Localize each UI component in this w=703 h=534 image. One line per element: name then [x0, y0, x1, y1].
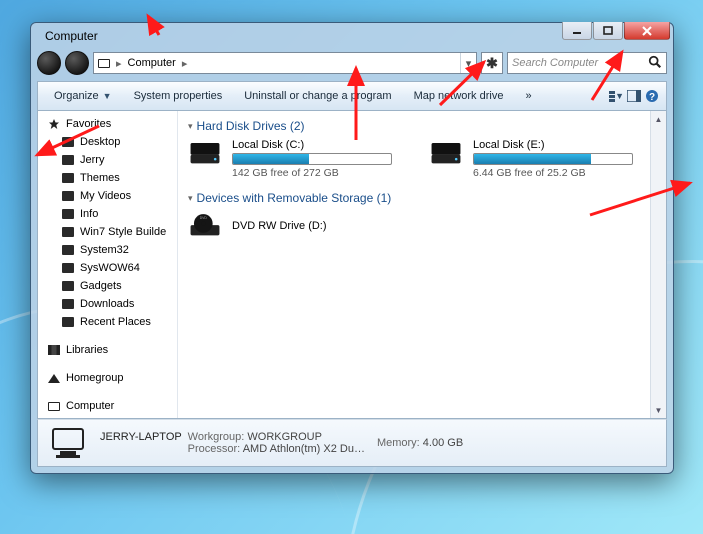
- drive-name: Local Disk (E:): [473, 139, 633, 151]
- breadcrumb-text[interactable]: Computer: [128, 57, 176, 69]
- toolbar-overflow[interactable]: »: [515, 82, 541, 110]
- map-network-drive-button[interactable]: Map network drive: [404, 82, 514, 110]
- capacity-bar: [473, 153, 633, 165]
- sidebar-item-info[interactable]: Info: [44, 205, 177, 223]
- dvd-drive-icon: DVD: [188, 211, 222, 241]
- svg-text:DVD: DVD: [200, 216, 208, 220]
- views-button[interactable]: ▼: [608, 88, 624, 104]
- sidebar-item-syswow64[interactable]: SysWOW64: [44, 259, 177, 277]
- star-icon: [48, 118, 60, 130]
- computer-icon: [98, 57, 110, 69]
- drive-dvd[interactable]: DVD DVD RW Drive (D:): [188, 211, 408, 241]
- titlebar[interactable]: Computer: [31, 23, 673, 49]
- collapse-icon: ▾: [188, 193, 193, 204]
- refresh-button[interactable]: ✱: [481, 52, 503, 74]
- explorer-window: Computer ▸ Computer ▸ ▾ ✱ Search Compute…: [30, 22, 674, 474]
- category-hdd[interactable]: ▾Hard Disk Drives (2): [188, 119, 640, 133]
- sidebar-group-favorites[interactable]: Favorites: [44, 115, 177, 133]
- category-removable[interactable]: ▾Devices with Removable Storage (1): [188, 191, 640, 205]
- uninstall-programs-button[interactable]: Uninstall or change a program: [234, 82, 401, 110]
- sidebar-item-system32[interactable]: System32: [44, 241, 177, 259]
- details-processor: AMD Athlon(tm) X2 Du…: [243, 443, 365, 455]
- maximize-button[interactable]: [593, 22, 623, 40]
- minimize-button[interactable]: [562, 22, 592, 40]
- computer-icon: [48, 400, 60, 412]
- chevron-down-icon: ▼: [103, 91, 112, 101]
- drive-e[interactable]: Local Disk (E:) 6.44 GB free of 25.2 GB: [429, 139, 640, 179]
- nav-back-button[interactable]: [37, 51, 61, 75]
- details-memory: 4.00 GB: [423, 437, 463, 449]
- breadcrumb-sep: ▸: [182, 57, 188, 70]
- drive-name: DVD RW Drive (D:): [232, 220, 327, 232]
- hard-disk-icon: [188, 139, 222, 169]
- nav-bar: ▸ Computer ▸ ▾ ✱ Search Computer: [37, 49, 667, 77]
- search-placeholder: Search Computer: [512, 57, 598, 69]
- navigation-pane[interactable]: Favorites Desktop Jerry Themes My Videos…: [38, 111, 178, 418]
- sidebar-item-recent-places[interactable]: Recent Places: [44, 313, 177, 331]
- search-icon: [648, 55, 662, 72]
- computer-icon: [48, 426, 88, 460]
- sidebar-item-themes[interactable]: Themes: [44, 169, 177, 187]
- command-bar: Organize▼ System properties Uninstall or…: [37, 81, 667, 111]
- details-computer-name: JERRY-LAPTOP: [100, 431, 182, 443]
- homegroup-icon: [48, 372, 60, 384]
- sidebar-item-gadgets[interactable]: Gadgets: [44, 277, 177, 295]
- close-button[interactable]: [624, 22, 670, 40]
- help-button[interactable]: ?: [644, 88, 660, 104]
- drive-c[interactable]: Local Disk (C:) 142 GB free of 272 GB: [188, 139, 399, 179]
- content-scrollbar[interactable]: ▲ ▼: [650, 111, 666, 418]
- preview-pane-button[interactable]: [626, 88, 642, 104]
- sidebar-item-downloads[interactable]: Downloads: [44, 295, 177, 313]
- breadcrumb-sep: ▸: [116, 57, 122, 70]
- address-dropdown[interactable]: ▾: [460, 53, 476, 73]
- drive-free-text: 142 GB free of 272 GB: [232, 167, 392, 179]
- nav-forward-button[interactable]: [65, 51, 89, 75]
- sidebar-item-jerry[interactable]: Jerry: [44, 151, 177, 169]
- address-bar[interactable]: ▸ Computer ▸ ▾: [93, 52, 477, 74]
- sidebar-group-homegroup[interactable]: Homegroup: [44, 369, 177, 387]
- drive-name: Local Disk (C:): [232, 139, 392, 151]
- scroll-track[interactable]: [651, 127, 666, 402]
- details-pane: JERRY-LAPTOP Workgroup: WORKGROUP JERRY-…: [37, 419, 667, 467]
- search-box[interactable]: Search Computer: [507, 52, 667, 74]
- libraries-icon: [48, 344, 60, 356]
- organize-menu[interactable]: Organize▼: [44, 82, 122, 110]
- sidebar-group-computer[interactable]: Computer: [44, 397, 177, 415]
- sidebar-item-local-disk-c[interactable]: Local Disk (C:): [44, 415, 177, 418]
- sidebar-item-desktop[interactable]: Desktop: [44, 133, 177, 151]
- sidebar-item-my-videos[interactable]: My Videos: [44, 187, 177, 205]
- content-pane[interactable]: ▾Hard Disk Drives (2) Local Disk (C:) 14…: [178, 111, 650, 418]
- drive-free-text: 6.44 GB free of 25.2 GB: [473, 167, 633, 179]
- scroll-up-button[interactable]: ▲: [651, 111, 666, 127]
- window-title: Computer: [45, 29, 98, 43]
- details-workgroup: WORKGROUP: [247, 431, 322, 443]
- capacity-bar: [232, 153, 392, 165]
- svg-text:?: ?: [649, 92, 655, 103]
- sidebar-group-libraries[interactable]: Libraries: [44, 341, 177, 359]
- sidebar-item-win7-style[interactable]: Win7 Style Builde: [44, 223, 177, 241]
- scroll-down-button[interactable]: ▼: [651, 402, 666, 418]
- collapse-icon: ▾: [188, 121, 193, 132]
- hard-disk-icon: [429, 139, 463, 169]
- system-properties-button[interactable]: System properties: [124, 82, 233, 110]
